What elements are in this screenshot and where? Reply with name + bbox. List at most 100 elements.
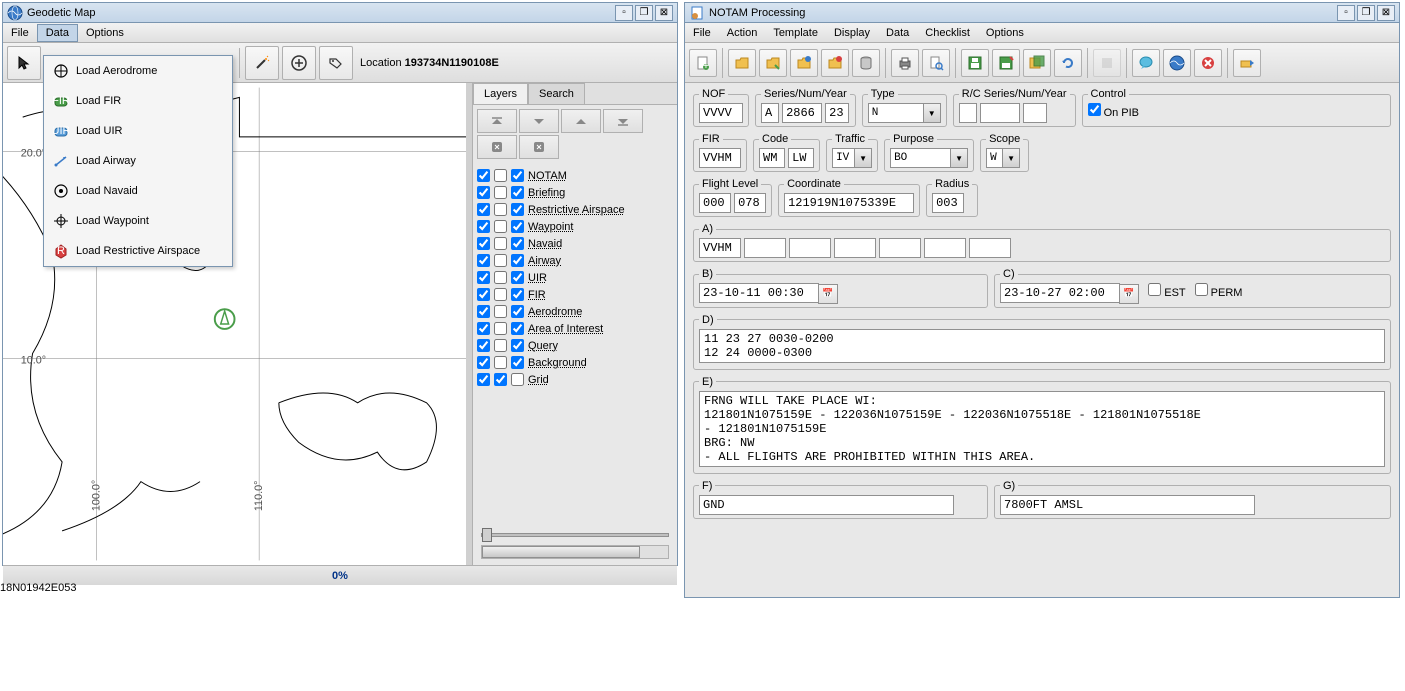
- layer-label[interactable]: Background: [528, 357, 587, 369]
- e-textarea[interactable]: [699, 391, 1385, 467]
- layer-cb3[interactable]: [511, 169, 524, 182]
- a-input-4[interactable]: [834, 238, 876, 258]
- add-tool-button[interactable]: [282, 46, 316, 80]
- notam-menu-action[interactable]: Action: [719, 25, 766, 41]
- layer-cb2[interactable]: [494, 186, 507, 199]
- rc-num-input[interactable]: [980, 103, 1020, 123]
- code1-input[interactable]: [759, 148, 785, 168]
- layer-down-button[interactable]: [519, 109, 559, 133]
- layer-cb3[interactable]: [511, 220, 524, 233]
- layer-cb3[interactable]: [511, 322, 524, 335]
- layer-cb3[interactable]: [511, 373, 524, 386]
- layer-x2-button[interactable]: [519, 135, 559, 159]
- on-pib-label[interactable]: On PIB: [1088, 107, 1140, 119]
- load-airway-item[interactable]: Load Airway: [44, 146, 232, 176]
- layer-cb2[interactable]: [494, 220, 507, 233]
- est-checkbox[interactable]: [1148, 283, 1161, 296]
- perm-checkbox[interactable]: [1195, 283, 1208, 296]
- year-input[interactable]: [825, 103, 849, 123]
- a-input-1[interactable]: [699, 238, 741, 258]
- c-datetime-input[interactable]: [1000, 283, 1120, 303]
- layer-cb2[interactable]: [494, 305, 507, 318]
- notam-menu-display[interactable]: Display: [826, 25, 878, 41]
- a-input-2[interactable]: [744, 238, 786, 258]
- layer-up-button[interactable]: [561, 109, 601, 133]
- layer-label[interactable]: FIR: [528, 289, 546, 301]
- layer-label[interactable]: Navaid: [528, 238, 562, 250]
- purpose-dropdown-button[interactable]: ▼: [950, 148, 968, 168]
- load-navaid-item[interactable]: Load Navaid: [44, 176, 232, 206]
- layer-label[interactable]: UIR: [528, 272, 547, 284]
- layer-cb3[interactable]: [511, 339, 524, 352]
- layer-cb1[interactable]: [477, 203, 490, 216]
- b-datetime-input[interactable]: [699, 283, 819, 303]
- menu-options[interactable]: Options: [78, 25, 132, 41]
- layer-cb1[interactable]: [477, 237, 490, 250]
- layer-label[interactable]: Waypoint: [528, 221, 573, 233]
- notam-menu-options[interactable]: Options: [978, 25, 1032, 41]
- layer-cb1[interactable]: [477, 322, 490, 335]
- layer-x1-button[interactable]: [477, 135, 517, 159]
- num-input[interactable]: [782, 103, 822, 123]
- layer-label[interactable]: Query: [528, 340, 558, 352]
- scope-input[interactable]: [986, 148, 1002, 168]
- layer-cb1[interactable]: [477, 373, 490, 386]
- rc-year-input[interactable]: [1023, 103, 1047, 123]
- a-input-6[interactable]: [924, 238, 966, 258]
- load-fir-item[interactable]: FIR Load FIR: [44, 86, 232, 116]
- est-label[interactable]: EST: [1148, 287, 1185, 299]
- layer-cb1[interactable]: [477, 220, 490, 233]
- minimize-button[interactable]: ▫⁢: [615, 5, 633, 21]
- folder1-button[interactable]: [728, 49, 756, 77]
- layer-cb3[interactable]: [511, 237, 524, 250]
- type-dropdown-button[interactable]: ▼: [923, 103, 941, 123]
- layer-cb2[interactable]: [494, 237, 507, 250]
- tag-tool-button[interactable]: [319, 46, 353, 80]
- coord-input[interactable]: [784, 193, 914, 213]
- fl-upper-input[interactable]: [734, 193, 766, 213]
- db-button[interactable]: [852, 49, 880, 77]
- a-input-7[interactable]: [969, 238, 1011, 258]
- folder2-button[interactable]: [759, 49, 787, 77]
- layer-label[interactable]: Aerodrome: [528, 306, 582, 318]
- nof-input[interactable]: [699, 103, 743, 123]
- c-calendar-button[interactable]: 📅: [1119, 284, 1139, 304]
- notam-minimize-button[interactable]: ▫⁢: [1337, 5, 1355, 21]
- notam-close-button[interactable]: ⊠: [1377, 5, 1395, 21]
- maximize-button[interactable]: ❐: [635, 5, 653, 21]
- layer-cb3[interactable]: [511, 254, 524, 267]
- layer-bottom-button[interactable]: [603, 109, 643, 133]
- menu-file[interactable]: File: [3, 25, 37, 41]
- layer-cb2[interactable]: [494, 322, 507, 335]
- notam-menu-template[interactable]: Template: [765, 25, 826, 41]
- notam-menu-file[interactable]: File: [685, 25, 719, 41]
- new-doc-button[interactable]: +: [689, 49, 717, 77]
- on-pib-checkbox[interactable]: [1088, 103, 1101, 116]
- perm-label[interactable]: PERM: [1195, 287, 1243, 299]
- traffic-input[interactable]: [832, 148, 854, 168]
- b-calendar-button[interactable]: 📅: [818, 284, 838, 304]
- load-restrictive-item[interactable]: R Load Restrictive Airspace: [44, 236, 232, 266]
- notam-menu-data[interactable]: Data: [878, 25, 917, 41]
- g-input[interactable]: [1000, 495, 1255, 515]
- send-button[interactable]: [1233, 49, 1261, 77]
- load-aerodrome-item[interactable]: Load Aerodrome: [44, 56, 232, 86]
- layer-cb2[interactable]: [494, 169, 507, 182]
- d-textarea[interactable]: [699, 329, 1385, 363]
- layer-cb1[interactable]: [477, 169, 490, 182]
- fl-lower-input[interactable]: [699, 193, 731, 213]
- load-waypoint-item[interactable]: Load Waypoint: [44, 206, 232, 236]
- layer-cb2[interactable]: [494, 356, 507, 369]
- layer-cb1[interactable]: [477, 271, 490, 284]
- notam-menu-checklist[interactable]: Checklist: [917, 25, 978, 41]
- layer-cb2[interactable]: [494, 288, 507, 301]
- layer-cb1[interactable]: [477, 305, 490, 318]
- pointer-tool-button[interactable]: [7, 46, 41, 80]
- layer-label[interactable]: Area of Interest: [528, 323, 603, 335]
- series-input[interactable]: [761, 103, 779, 123]
- layer-cb2[interactable]: [494, 373, 507, 386]
- layer-cb3[interactable]: [511, 203, 524, 216]
- tab-search[interactable]: Search: [528, 83, 585, 104]
- a-input-3[interactable]: [789, 238, 831, 258]
- fir-input[interactable]: [699, 148, 741, 168]
